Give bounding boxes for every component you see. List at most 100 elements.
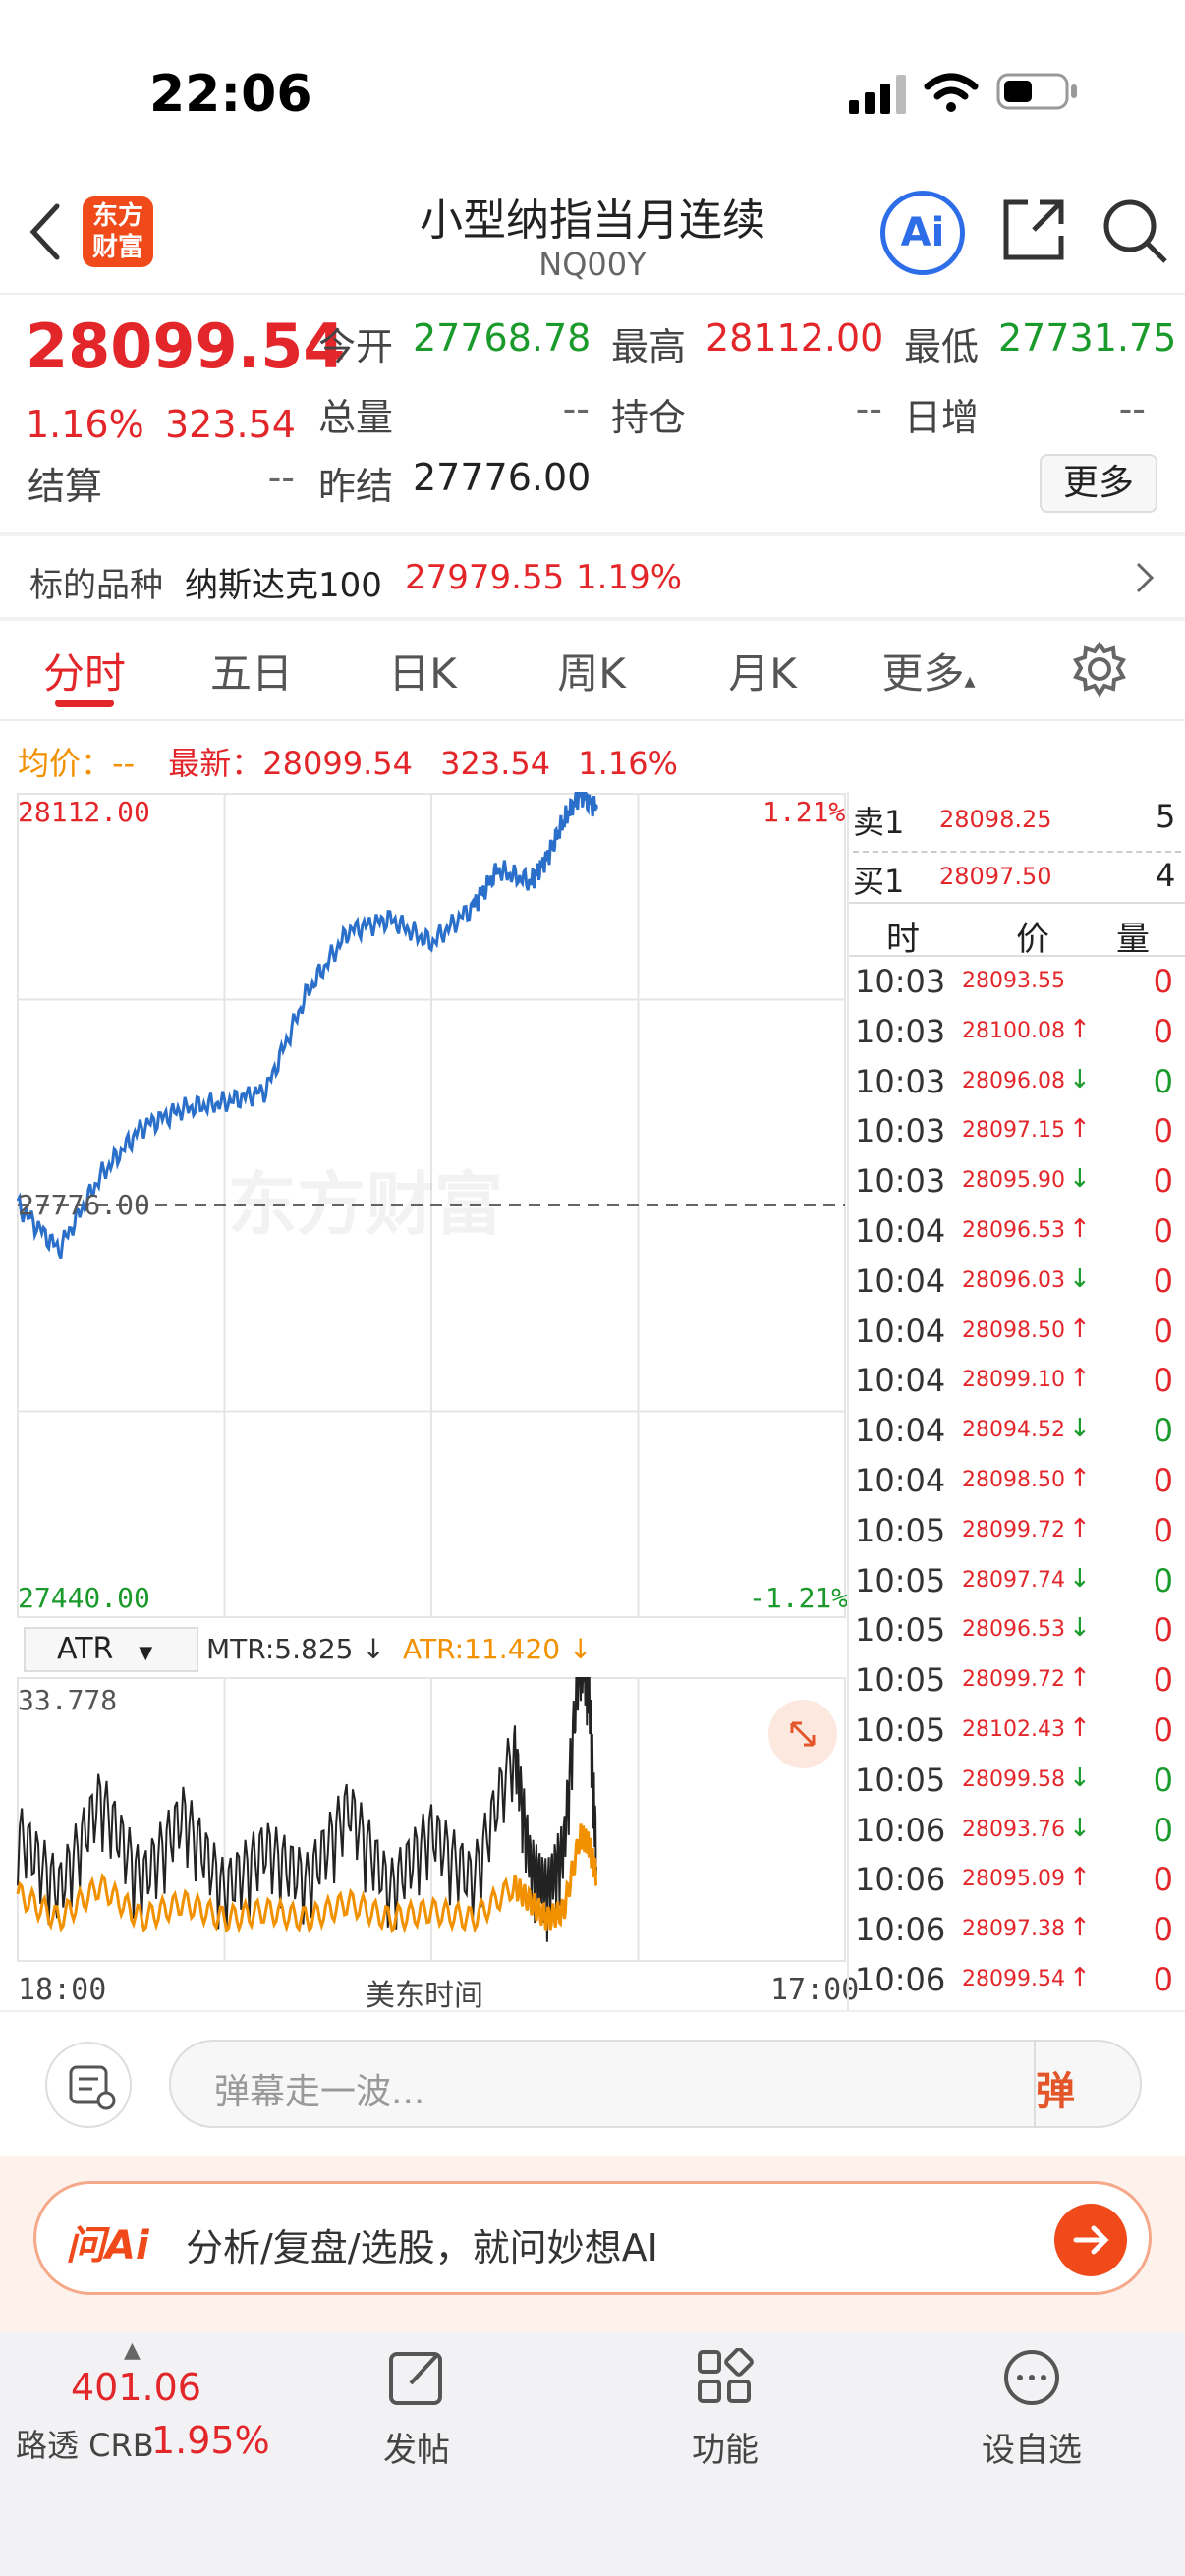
tick-row: 10:06 28095.09 ↑ 0 xyxy=(849,1857,1183,1907)
tab-month-k[interactable]: 月K xyxy=(694,641,831,700)
danmu-icon xyxy=(69,2065,116,2110)
tick-time: 10:04 xyxy=(855,1362,946,1400)
tab-intraday[interactable]: 分时 xyxy=(16,641,153,700)
latest-pct: 1.16% xyxy=(578,745,678,782)
divider xyxy=(1034,2042,1036,2126)
tick-row: 10:03 28096.08 ↓ 0 xyxy=(849,1059,1183,1109)
field-label: 总量 xyxy=(318,396,394,439)
field-label: 最高 xyxy=(611,325,687,368)
field-label: 日增 xyxy=(904,396,980,439)
tick-time: 10:05 xyxy=(855,1711,946,1749)
tick-volume: 0 xyxy=(1153,1761,1173,1799)
tab-more-label: 更多 xyxy=(881,649,965,698)
tick-volume: 0 xyxy=(1153,1811,1173,1849)
tick-time: 10:06 xyxy=(855,1961,946,1998)
tick-volume: 0 xyxy=(1153,1212,1173,1250)
buy1-volume: 4 xyxy=(1156,857,1176,894)
danmu-input[interactable]: 弹幕走一波... 弹 xyxy=(169,2040,1142,2128)
tick-price: 28099.10 xyxy=(962,1368,1065,1393)
tick-row: 10:05 28096.53 ↓ 0 xyxy=(849,1607,1183,1657)
divider xyxy=(0,617,1185,621)
y-tick-bottom: 27440.00 xyxy=(18,1582,150,1614)
tick-time: 10:05 xyxy=(855,1661,946,1700)
tick-price: 28096.08 xyxy=(962,1068,1065,1093)
atr-chart[interactable] xyxy=(0,1676,847,1965)
tab-five-day[interactable]: 五日 xyxy=(183,641,320,700)
tick-arrow: ↑ xyxy=(1069,1713,1091,1743)
watermark: 东方财富 xyxy=(228,1164,503,1245)
tick-arrow: ↑ xyxy=(1069,1114,1091,1145)
tick-price: 28099.72 xyxy=(962,1517,1065,1542)
watchlist-icon[interactable] xyxy=(1002,2348,1061,2407)
field-value: -- xyxy=(562,387,590,430)
up-caret-icon: ▲ xyxy=(124,2338,141,2363)
tab-week-k[interactable]: 周K xyxy=(523,641,660,700)
tick-time: 10:03 xyxy=(855,1012,946,1050)
tick-price: 28096.03 xyxy=(962,1267,1065,1293)
tick-volume: 0 xyxy=(1153,1261,1173,1300)
watchlist-label[interactable]: 设自选 xyxy=(963,2423,1100,2471)
tick-volume: 0 xyxy=(1153,1861,1173,1899)
tick-arrow: ↓ xyxy=(1069,1064,1091,1094)
col-volume: 量 xyxy=(1116,920,1150,959)
x-tick-mid: 美东时间 xyxy=(366,1979,483,2013)
functions-icon[interactable] xyxy=(696,2348,755,2407)
ask-ai-logo: 问Ai xyxy=(66,2223,149,2268)
tick-arrow: ↓ xyxy=(1069,1563,1091,1594)
field-value: 27776.00 xyxy=(413,456,592,499)
field-value: -- xyxy=(267,456,295,499)
ticks-header: 时 价 量 xyxy=(849,902,1185,959)
share-icon[interactable] xyxy=(1000,196,1067,263)
tick-arrow: ↑ xyxy=(1069,1513,1091,1543)
tick-arrow: ↑ xyxy=(1069,1364,1091,1394)
post-label[interactable]: 发帖 xyxy=(358,2423,476,2471)
tab-indicator xyxy=(55,700,114,707)
latest-value: 28099.54 xyxy=(262,745,413,782)
tick-volume: 0 xyxy=(1153,1462,1173,1499)
nav-header: 东方 财富 小型纳指当月连续 NQ00Y Ai xyxy=(0,177,1185,295)
tick-time: 10:05 xyxy=(855,1611,946,1650)
battery-icon xyxy=(996,73,1077,110)
crb-value[interactable]: 401.06 xyxy=(71,2366,201,2409)
tick-arrow: ↑ xyxy=(1069,1863,1091,1893)
danmu-toggle[interactable] xyxy=(45,2042,132,2128)
tick-volume: 0 xyxy=(1153,1062,1173,1100)
settings-icon[interactable] xyxy=(1071,641,1128,698)
danmu-send-button[interactable]: 弹 xyxy=(1036,2059,1075,2116)
search-icon[interactable] xyxy=(1100,196,1171,267)
y-tick-bottom-pct: -1.21% xyxy=(749,1582,849,1614)
tick-time: 10:03 xyxy=(855,1112,946,1150)
tick-volume: 0 xyxy=(1153,1611,1173,1650)
tab-day-k[interactable]: 日K xyxy=(354,641,491,700)
danmu-placeholder: 弹幕走一波... xyxy=(214,2072,425,2112)
tick-arrow: ↑ xyxy=(1069,1963,1091,1992)
crb-label: 路透 CRB xyxy=(16,2427,154,2464)
tick-time: 10:03 xyxy=(855,1162,946,1201)
indicator-name: ATR xyxy=(57,1632,114,1666)
functions-label[interactable]: 功能 xyxy=(666,2423,784,2471)
tab-more[interactable]: 更多▴ xyxy=(855,641,1002,700)
tick-time: 10:06 xyxy=(855,1911,946,1949)
ask-ai-go-button[interactable] xyxy=(1054,2204,1127,2276)
avg-label: 均价： xyxy=(18,745,113,782)
ai-button[interactable]: Ai xyxy=(880,191,965,275)
chevron-right-icon xyxy=(1136,562,1155,593)
tick-row: 10:04 28096.03 ↓ 0 xyxy=(849,1259,1183,1309)
arrow-right-icon xyxy=(1073,2225,1109,2255)
signal-icon xyxy=(849,75,906,114)
tick-volume: 0 xyxy=(1153,1012,1173,1050)
more-fields-button[interactable]: 更多 xyxy=(1040,454,1157,513)
tick-price: 28095.09 xyxy=(962,1867,1065,1892)
expand-button[interactable] xyxy=(768,1700,837,1768)
underlying-label: 标的品种 xyxy=(29,566,163,605)
indicator-select[interactable]: ATR ▼ xyxy=(24,1627,198,1672)
tick-time: 10:04 xyxy=(855,1462,946,1499)
tick-arrow: ↑ xyxy=(1069,1464,1091,1493)
underlying-row[interactable]: 标的品种 纳斯达克100 27979.55 1.19% xyxy=(0,536,1185,615)
tick-time: 10:04 xyxy=(855,1212,946,1250)
tick-volume: 0 xyxy=(1153,1312,1173,1350)
post-icon[interactable] xyxy=(387,2348,446,2407)
tick-row: 10:05 28099.72 ↑ 0 xyxy=(849,1508,1183,1558)
ask-ai-bar[interactable]: 问Ai 分析/复盘/选股，就问妙想AI xyxy=(33,2181,1152,2295)
tick-row: 10:05 28099.72 ↑ 0 xyxy=(849,1657,1183,1708)
